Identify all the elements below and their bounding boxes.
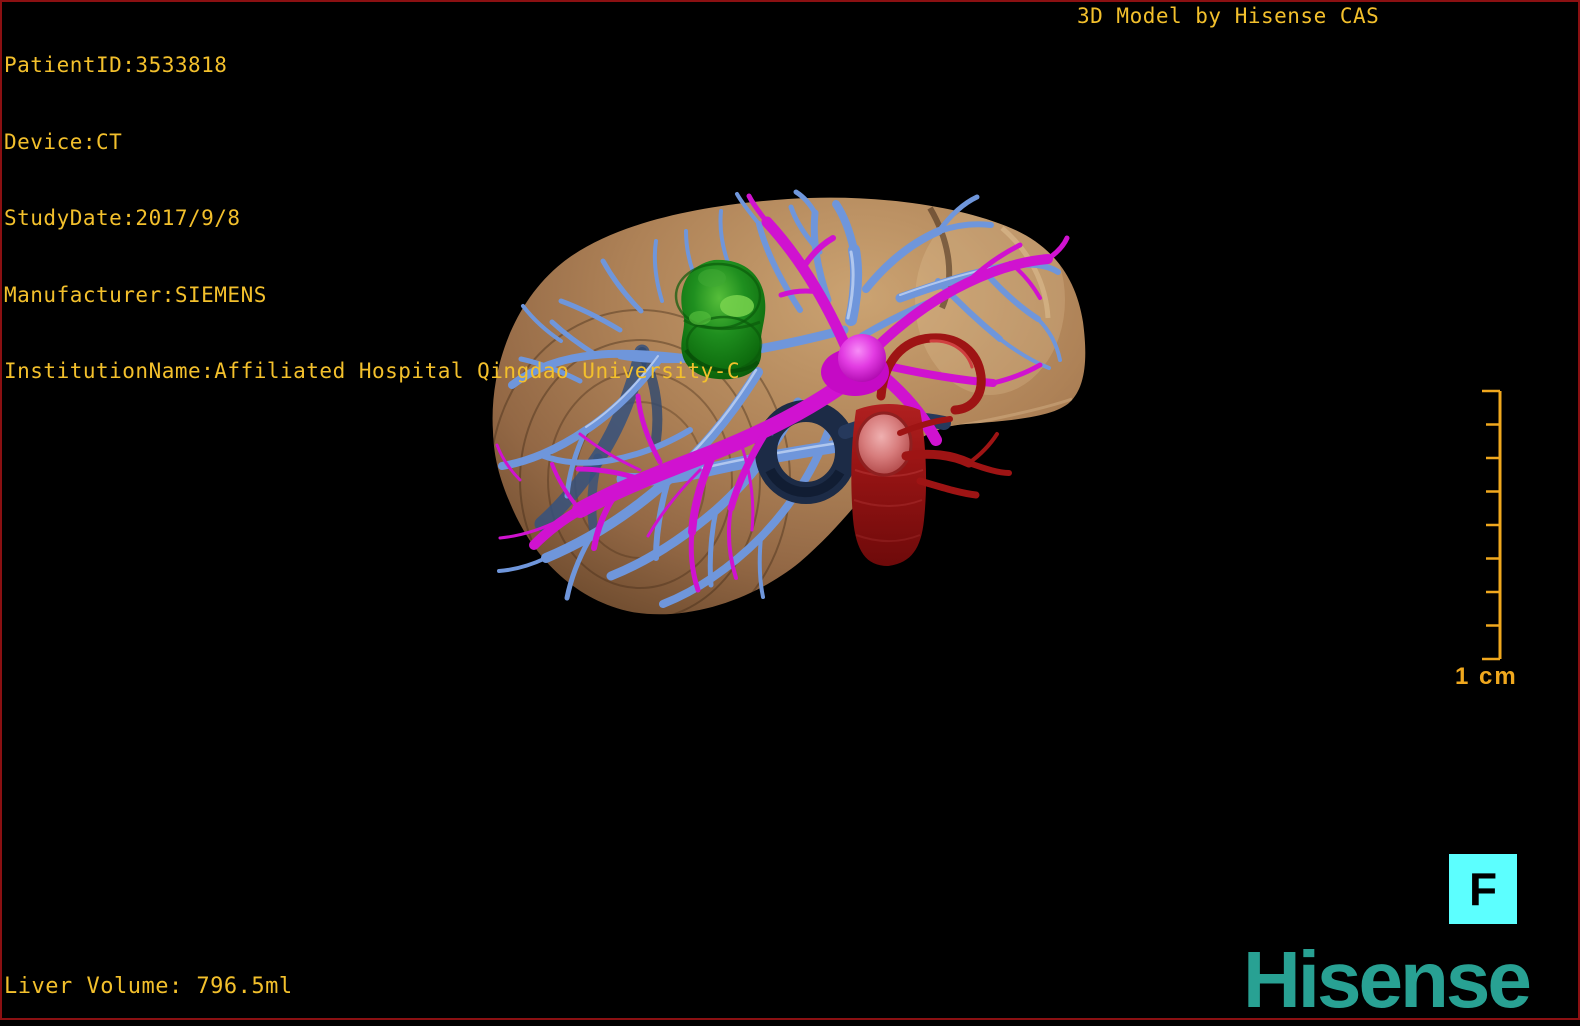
institution-label: InstitutionName:Affiliated Hospital Qing…: [4, 359, 741, 383]
scale-ruler: 1 cm: [1455, 389, 1518, 690]
scale-ruler-label: 1 cm: [1455, 663, 1518, 690]
manufacturer-label: Manufacturer:SIEMENS: [4, 282, 267, 307]
orientation-button[interactable]: F: [1449, 854, 1517, 924]
medical-3d-viewer-window: { "header": { "patient_info": [ "Patient…: [0, 0, 1580, 1024]
patient-id-label: PatientID:3533818: [4, 53, 228, 77]
watermark-label: 3D Model by Hisense CAS: [1077, 4, 1380, 28]
study-date-label: StudyDate:2017/9/8: [4, 206, 241, 230]
patient-info-block: PatientID:3533818 Device:CT StudyDate:20…: [4, 2, 740, 410]
brand-logo: Hisense: [1243, 935, 1532, 1024]
liver-volume-label: Liver Volume: 796.5ml: [4, 974, 293, 999]
device-label: Device:CT: [4, 129, 123, 154]
orientation-button-label: F: [1468, 863, 1498, 915]
